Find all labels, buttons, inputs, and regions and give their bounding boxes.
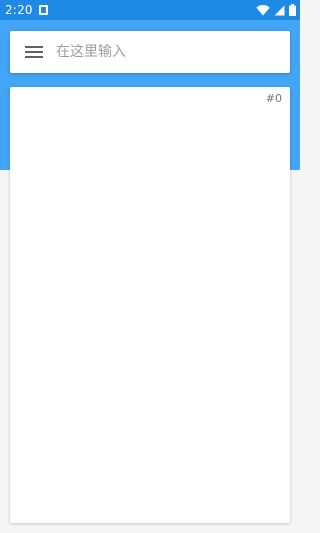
status-icons bbox=[256, 3, 296, 17]
wifi-icon bbox=[256, 5, 270, 16]
search-input[interactable] bbox=[56, 39, 280, 65]
search-bar bbox=[10, 31, 290, 73]
menu-icon[interactable] bbox=[24, 44, 44, 60]
content-card: #0 bbox=[10, 87, 290, 523]
battery-icon bbox=[289, 4, 296, 16]
item-counter: #0 bbox=[265, 92, 282, 105]
status-bar: 2:20 bbox=[0, 0, 300, 20]
notification-icon bbox=[39, 5, 48, 15]
status-time: 2:20 bbox=[5, 3, 33, 17]
signal-icon bbox=[274, 5, 285, 15]
